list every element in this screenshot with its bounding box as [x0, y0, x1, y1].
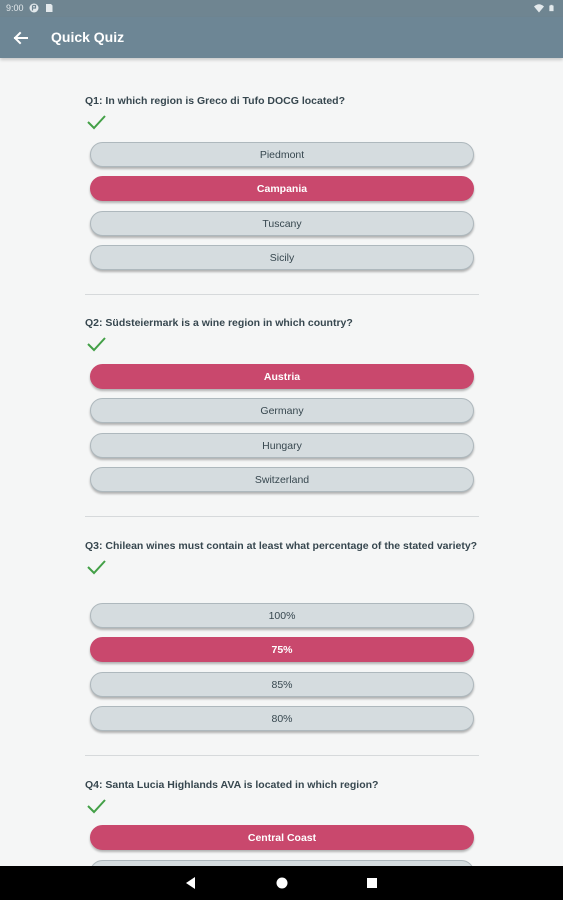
answer-option[interactable]: 100%: [90, 603, 474, 628]
quiz-list[interactable]: Q1: In which region is Greco di Tufo DOC…: [0, 58, 563, 866]
answer-option[interactable]: Hungary: [90, 433, 474, 458]
back-triangle-icon[interactable]: [183, 875, 199, 891]
wifi-icon: [534, 4, 544, 13]
answer-option[interactable]: Piedmont: [90, 142, 474, 167]
question-text: Q4: Santa Lucia Highlands AVA is located…: [85, 779, 379, 791]
answer-option[interactable]: Germany: [90, 398, 474, 423]
question-1: Q1: In which region is Greco di Tufo DOC…: [85, 93, 479, 270]
answer-option[interactable]: 80%: [90, 706, 474, 731]
question-3: Q3: Chilean wines must contain at least …: [85, 538, 479, 731]
status-bar: 9:00: [0, 0, 563, 17]
recents-square-icon[interactable]: [364, 875, 380, 891]
divider: [85, 516, 479, 517]
answer-option[interactable]: 75%: [90, 637, 474, 662]
answer-option[interactable]: Central Coast: [90, 825, 474, 850]
app-bar: Quick Quiz: [0, 17, 563, 58]
question-2: Q2: Südsteiermark is a wine region in wh…: [85, 315, 479, 492]
status-time: 9:00: [6, 3, 24, 13]
checkmark-icon: [87, 799, 106, 814]
page-title: Quick Quiz: [51, 29, 125, 45]
question-text: Q1: In which region is Greco di Tufo DOC…: [85, 95, 345, 107]
checkmark-icon: [87, 337, 106, 352]
answer-option[interactable]: Switzerland: [90, 467, 474, 492]
battery-icon: [549, 4, 554, 12]
notification-icon: [29, 3, 39, 13]
answer-option[interactable]: 85%: [90, 672, 474, 697]
question-4: Q4: Santa Lucia Highlands AVA is located…: [85, 777, 479, 866]
question-text: Q3: Chilean wines must contain at least …: [85, 540, 478, 552]
answer-option[interactable]: Tuscany: [90, 211, 474, 236]
question-text: Q2: Südsteiermark is a wine region in wh…: [85, 317, 353, 329]
divider: [85, 294, 479, 295]
answer-option[interactable]: Campania: [90, 176, 474, 201]
sd-card-icon: [45, 4, 53, 12]
answer-option[interactable]: Sicily: [90, 245, 474, 270]
system-nav-bar: [0, 866, 563, 900]
home-circle-icon[interactable]: [274, 875, 290, 891]
answer-option[interactable]: Austria: [90, 364, 474, 389]
checkmark-icon: [87, 560, 106, 575]
arrow-back-icon[interactable]: [10, 27, 32, 49]
divider: [85, 755, 479, 756]
checkmark-icon: [87, 115, 106, 130]
